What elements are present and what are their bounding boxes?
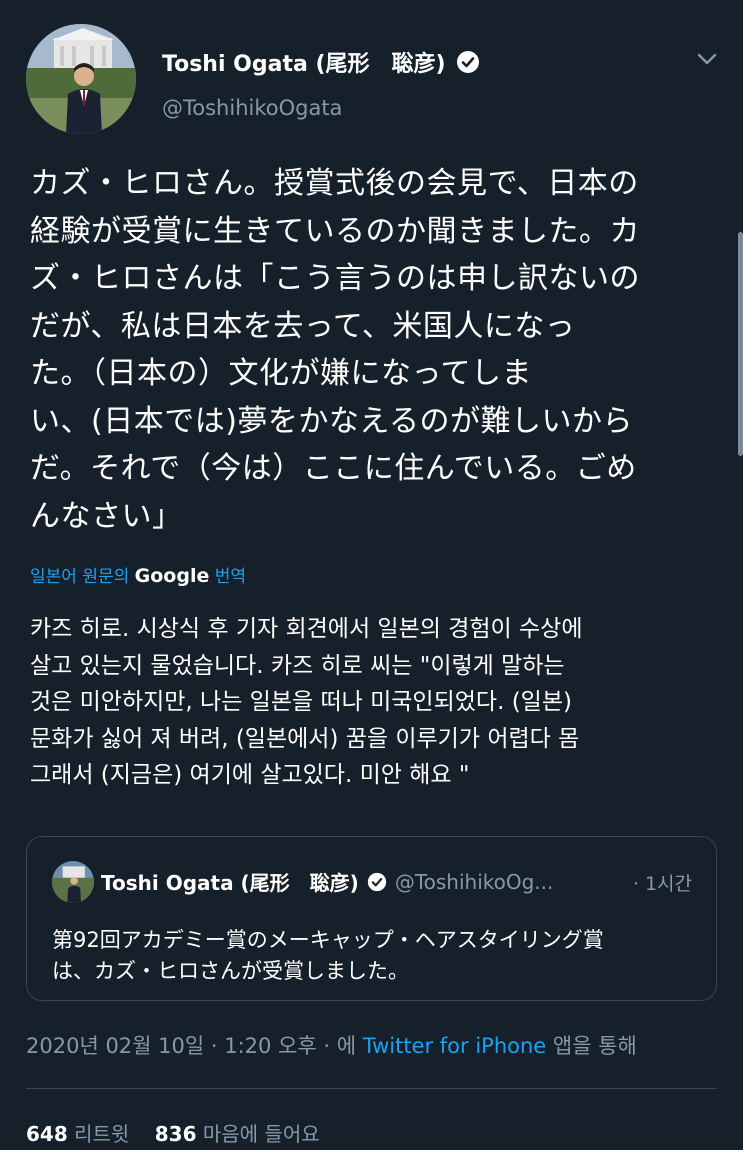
verified-badge-icon — [456, 51, 479, 73]
translated-text: 카즈 히로. 시상식 후 기자 회견에서 일본의 경험이 수상에 살고 있는지 … — [30, 616, 583, 788]
divider — [26, 1088, 717, 1089]
quoted-tweet-text: 第92回アカデミー賞のメーキャップ・ヘアスタイリング賞 は、カズ・ヒロさんが受賞… — [52, 928, 604, 983]
verified-badge-icon — [367, 872, 386, 891]
tweet-header: Toshi Ogata (尾形 聡彦) @ToshihikoOgata — [26, 24, 726, 139]
quoted-author-name: Toshi Ogata (尾形 聡彦) — [101, 871, 359, 895]
retweets-label: 리트윗 — [74, 1122, 130, 1146]
translate-link[interactable]: 일본어 원문의 Google 번역 — [30, 562, 246, 587]
tweet-client-link[interactable]: Twitter for iPhone — [363, 1034, 547, 1058]
translate-action: 번역 — [214, 567, 247, 587]
author-display-name[interactable]: Toshi Ogata (尾形 聡彦) — [162, 46, 446, 78]
quoted-avatar — [52, 861, 94, 903]
tweet-stats: 648 리트윗 836 마음에 들어요 — [26, 1118, 320, 1147]
author-handle[interactable]: @ToshihikoOgata — [162, 96, 342, 120]
retweets-count: 648 — [26, 1122, 68, 1146]
tweet-datetime: 2020년 02월 10일 · 1:20 오후 · 에 — [26, 1034, 363, 1058]
avatar-photo — [26, 24, 136, 134]
likes-stat[interactable]: 836 마음에 들어요 — [155, 1122, 320, 1146]
tweet-meta: 2020년 02월 10일 · 1:20 오후 · 에 Twitter for … — [26, 1030, 637, 1060]
quoted-author-handle: @ToshihikoOg... — [394, 869, 554, 894]
likes-label: 마음에 들어요 — [202, 1122, 320, 1146]
quoted-avatar-photo — [52, 861, 94, 903]
avatar[interactable] — [26, 24, 136, 134]
chevron-down-icon[interactable] — [694, 46, 720, 72]
tweet-client-suffix: 앱을 통해 — [546, 1034, 637, 1058]
scrollbar[interactable] — [738, 232, 743, 456]
quoted-timestamp: · 1시간 — [632, 873, 692, 895]
translate-language-label: 일본어 원문의 — [30, 567, 130, 587]
translate-provider: Google — [134, 565, 210, 587]
tweet-text: カズ・ヒロさん。授賞式後の会見で、日本の 経験が受賞に生きているのか聞きました。… — [30, 166, 640, 534]
quoted-tweet-card[interactable]: Toshi Ogata (尾形 聡彦) @ToshihikoOg... · 1시… — [26, 836, 717, 1001]
likes-count: 836 — [154, 1122, 197, 1146]
retweets-stat[interactable]: 648 리트윗 — [26, 1122, 129, 1146]
